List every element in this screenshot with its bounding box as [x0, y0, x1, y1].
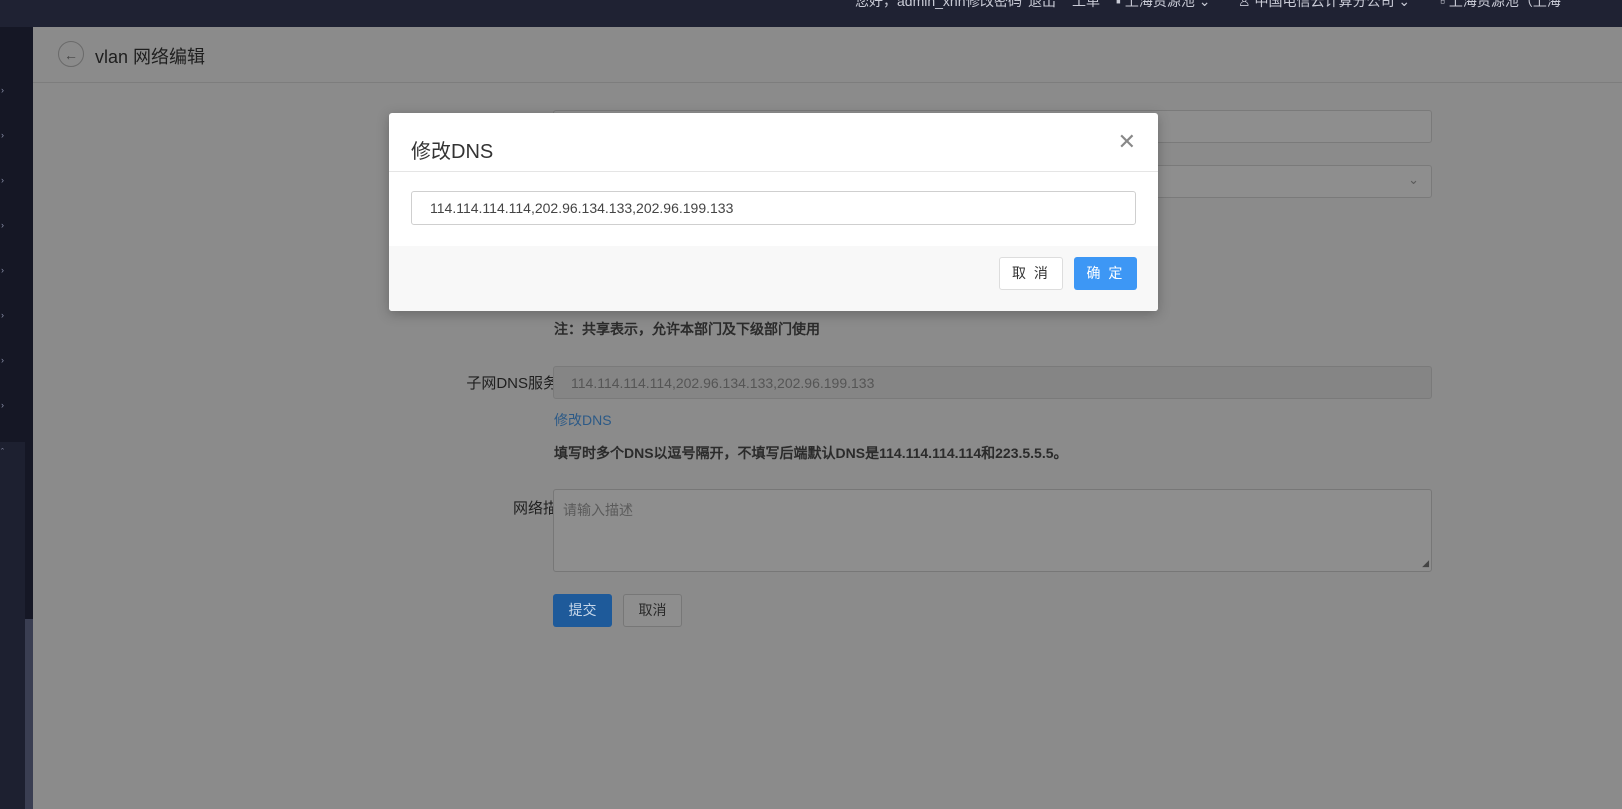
- building-icon: ▪: [1116, 0, 1125, 9]
- chevron-down-icon: ⌄: [1194, 0, 1211, 9]
- sidebar-chevron-icon[interactable]: ›: [1, 175, 4, 185]
- dns-edit-input[interactable]: [411, 191, 1136, 225]
- sidebar-chevron-icon[interactable]: ›: [1, 85, 4, 95]
- back-button[interactable]: ←: [58, 41, 84, 67]
- arrow-left-icon: ←: [64, 47, 78, 63]
- change-password-link[interactable]: 修改密码: [966, 0, 1022, 11]
- dns-note: 填写时多个DNS以逗号隔开，不填写后端默认DNS是114.114.114.114…: [554, 445, 1068, 461]
- close-icon[interactable]: ✕: [1118, 131, 1136, 153]
- dialog-header: 修改DNS ✕: [389, 113, 1158, 172]
- company-selector[interactable]: ♙ 中国电信云计算分公司 ⌄: [1238, 0, 1410, 11]
- sidebar-chevron-up-icon[interactable]: ˆ: [1, 447, 4, 457]
- workorder-link[interactable]: 工单: [1072, 0, 1100, 11]
- submit-button[interactable]: 提交: [553, 594, 612, 627]
- region-label: 上海资源池: [1124, 0, 1195, 9]
- page-title: vlan 网络编辑: [95, 47, 206, 67]
- description-placeholder: 请输入描述: [563, 502, 633, 518]
- share-note: 注：共享表示，允许本部门及下级部门使用: [554, 321, 820, 337]
- greeting-text: 您好，admin_xnn: [855, 0, 966, 9]
- description-textarea[interactable]: 请输入描述 ◢: [553, 489, 1432, 572]
- sidebar: › › › › › › › › ˆ: [0, 27, 33, 809]
- chevron-down-icon: ⌄: [1408, 172, 1419, 187]
- modify-dns-dialog: 修改DNS ✕ 取 消 确 定: [389, 113, 1158, 311]
- sidebar-chevron-icon[interactable]: ›: [1, 400, 4, 410]
- sidebar-chevron-icon[interactable]: ›: [1, 130, 4, 140]
- sidebar-chevron-icon[interactable]: ›: [1, 310, 4, 320]
- description-label: 网络描述: [512, 500, 573, 517]
- dialog-confirm-button[interactable]: 确 定: [1074, 257, 1137, 290]
- sidebar-scrollbar[interactable]: [25, 619, 33, 809]
- sidebar-chevron-icon[interactable]: ›: [1, 220, 4, 230]
- page-header: ← vlan 网络编辑: [33, 27, 1622, 83]
- top-navbar: 您好，admin_xnn 修改密码 退出 工单 ▪ 上海资源池 ⌄ ♙ 中国电信…: [0, 0, 1622, 27]
- project-selector[interactable]: ▫ 上海资源池（上海: [1440, 0, 1561, 11]
- dialog-cancel-button[interactable]: 取 消: [999, 257, 1063, 290]
- dns-value: 114.114.114.114,202.96.134.133,202.96.19…: [571, 375, 875, 391]
- dialog-footer: 取 消 确 定: [389, 246, 1158, 311]
- sidebar-section: [0, 442, 25, 809]
- chevron-down-icon: ⌄: [1394, 0, 1411, 9]
- form-cancel-button[interactable]: 取消: [623, 594, 682, 627]
- user-icon: ♙: [1238, 0, 1255, 9]
- modify-dns-link[interactable]: 修改DNS: [554, 410, 612, 430]
- dns-label: 子网DNS服务器: [466, 375, 573, 392]
- logout-link[interactable]: 退出: [1028, 0, 1056, 11]
- dialog-title: 修改DNS: [411, 141, 494, 163]
- sidebar-chevron-icon[interactable]: ›: [1, 265, 4, 275]
- dns-input: 114.114.114.114,202.96.134.133,202.96.19…: [553, 366, 1432, 399]
- resize-handle-icon[interactable]: ◢: [1422, 558, 1429, 569]
- project-label: 上海资源池（上海: [1448, 0, 1561, 9]
- region-selector[interactable]: ▪ 上海资源池 ⌄: [1116, 0, 1210, 11]
- sidebar-chevron-icon[interactable]: ›: [1, 355, 4, 365]
- folder-icon: ▫: [1440, 0, 1449, 9]
- company-label: 中国电信云计算分公司: [1254, 0, 1395, 9]
